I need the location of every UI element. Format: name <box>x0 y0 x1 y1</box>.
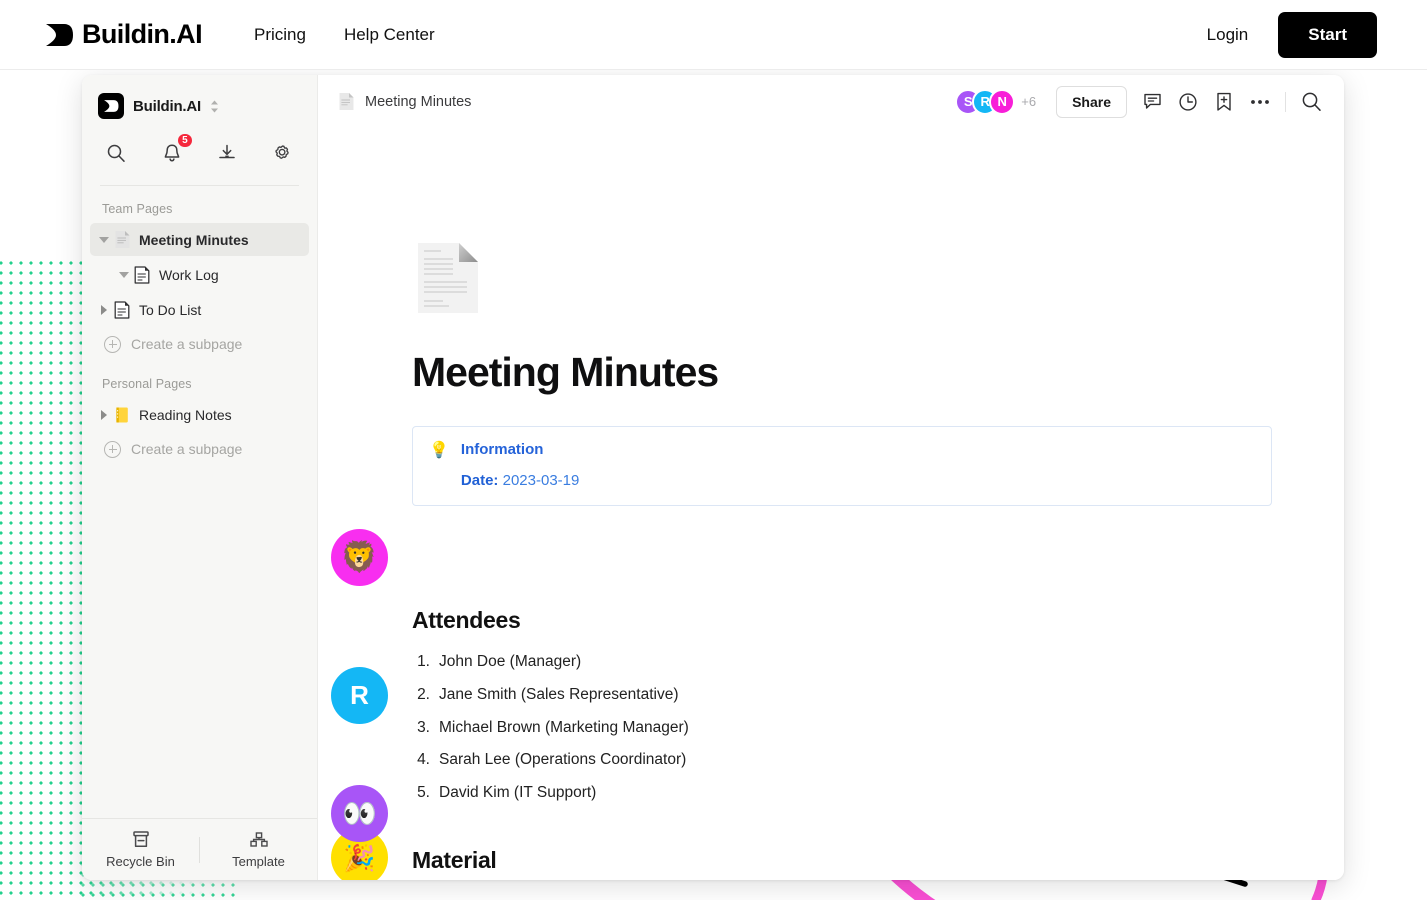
create-subpage-label: Create a subpage <box>131 441 243 457</box>
section-label-personal-pages: Personal Pages <box>102 377 192 391</box>
sidebar: Buildin.AI 5 Team Pages Meeting Minutes … <box>82 75 318 880</box>
sidebar-item-reading-notes[interactable]: Reading Notes <box>90 398 309 431</box>
app-root: Buildin.AI Pricing Help Center Login Sta… <box>0 0 1427 900</box>
callout-date-value: 2023-03-19 <box>502 472 580 489</box>
notification-badge: 5 <box>176 132 194 149</box>
toolbar-actions: S R N +6 Share <box>955 85 1322 118</box>
workspace-logo-icon <box>98 93 124 119</box>
nav-link-pricing[interactable]: Pricing <box>254 25 306 45</box>
callout-title: Information <box>460 441 544 458</box>
brand-name: Buildin.AI <box>82 19 203 49</box>
attendees-section: Attendees 1. John Doe (Manager) 2. Jane Sm… <box>412 607 689 810</box>
lightbulb-icon: 💡 <box>429 442 449 459</box>
sidebar-item-label: To Do List <box>139 301 202 318</box>
recycle-bin-label: Recycle Bin <box>106 854 175 869</box>
doc-lines-icon <box>112 300 132 319</box>
list-item: 3. Michael Brown (Marketing Manager) <box>417 718 689 736</box>
import-icon[interactable] <box>215 141 239 165</box>
nav-links: Pricing Help Center <box>254 25 435 45</box>
information-callout: 💡 Information Date: 2023-03-19 <box>412 426 1272 506</box>
list-item: 4. Sarah Lee (Operations Coordinator) <box>417 751 687 769</box>
history-clock-icon[interactable] <box>1177 91 1199 113</box>
callout-date: Date: 2023-03-19 <box>461 472 579 489</box>
brand-logo[interactable]: Buildin.AI <box>44 19 203 50</box>
sidebar-item-to-do-list[interactable]: To Do List <box>90 293 309 326</box>
workspace-name: Buildin.AI <box>133 97 201 115</box>
template-icon <box>248 831 270 849</box>
document-page-icon <box>415 241 481 315</box>
recycle-bin-button[interactable]: Recycle Bin <box>82 830 199 869</box>
list-item: 5. David Kim (IT Support) <box>417 784 597 802</box>
bookmark-add-icon[interactable] <box>1213 91 1235 113</box>
attendees-list: 1. John Doe (Manager) 2. Jane Smith (Sales… <box>412 646 689 810</box>
list-item: 2. Jane Smith (Sales Representative) <box>417 685 679 703</box>
template-button[interactable]: Template <box>200 831 317 869</box>
material-heading: Material <box>412 847 497 873</box>
search-icon[interactable] <box>104 141 128 165</box>
material-section: Material Operation schedule <box>412 847 762 880</box>
login-link[interactable]: Login <box>1207 25 1249 45</box>
sidebar-tool-row: 5 <box>82 131 317 171</box>
lion-emoji-avatar[interactable]: 🦁 <box>331 529 388 586</box>
buildin-arrow-logo-icon <box>44 22 74 48</box>
workspace-switcher[interactable]: Buildin.AI <box>82 75 317 131</box>
trash-icon <box>131 830 151 849</box>
main-panel: Meeting Minutes S R N +6 Share Meeting M… <box>318 75 1344 880</box>
create-subpage-team[interactable]: Create a subpage <box>90 329 309 359</box>
sidebar-item-label: Work Log <box>159 266 219 283</box>
page-icon <box>338 92 355 111</box>
sidebar-item-meeting-minutes[interactable]: Meeting Minutes <box>90 223 309 256</box>
start-button[interactable]: Start <box>1278 11 1377 58</box>
collaborator-avatars[interactable]: S R N +6 <box>955 88 1037 115</box>
chevron-down-icon[interactable] <box>96 236 112 243</box>
sidebar-item-label: Meeting Minutes <box>139 231 249 248</box>
section-label-team-pages: Team Pages <box>102 202 173 216</box>
eyes-emoji-avatar[interactable]: 👀 <box>331 785 388 842</box>
doc-lines-icon <box>132 265 152 284</box>
list-item: 1. John Doe (Manager) <box>417 653 582 670</box>
more-options-icon[interactable] <box>1249 91 1271 113</box>
create-subpage-personal[interactable]: Create a subpage <box>90 434 309 464</box>
share-button[interactable]: Share <box>1056 85 1127 118</box>
app-window: Buildin.AI 5 Team Pages Meeting Minutes … <box>82 75 1344 880</box>
chevron-down-icon[interactable] <box>116 271 132 278</box>
sidebar-footer: Recycle Bin Template <box>82 818 317 880</box>
template-label: Template <box>232 853 285 869</box>
avatar[interactable]: N <box>989 88 1016 115</box>
document-toolbar: Meeting Minutes S R N +6 Share <box>318 75 1344 129</box>
attendees-heading: Attendees <box>412 607 521 633</box>
nav-link-help-center[interactable]: Help Center <box>344 25 435 45</box>
chevron-right-icon[interactable] <box>96 304 112 315</box>
bell-icon[interactable]: 5 <box>160 132 194 165</box>
comment-icon[interactable] <box>1141 91 1163 113</box>
callout-date-label: Date: <box>460 472 499 489</box>
breadcrumb-label: Meeting Minutes <box>365 93 472 110</box>
yellow-notebook-icon <box>112 406 132 424</box>
avatar-overflow-count: +6 <box>1021 94 1037 109</box>
gear-icon[interactable] <box>271 141 295 165</box>
chevron-updown-icon[interactable] <box>210 100 219 113</box>
search-icon[interactable] <box>1300 91 1322 113</box>
sidebar-item-work-log[interactable]: Work Log <box>90 258 309 291</box>
sidebar-item-label: Reading Notes <box>139 406 232 423</box>
plus-circle-icon <box>104 335 121 353</box>
toolbar-divider <box>1285 91 1286 112</box>
chevron-right-icon[interactable] <box>96 409 112 420</box>
plus-circle-icon <box>104 440 121 458</box>
create-subpage-label: Create a subpage <box>131 336 243 352</box>
breadcrumb[interactable]: Meeting Minutes <box>338 92 471 111</box>
nav-actions: Login Start <box>1207 11 1377 58</box>
top-navigation-bar: Buildin.AI Pricing Help Center Login Sta… <box>0 0 1427 70</box>
page-title: Meeting Minutes <box>412 349 719 395</box>
avatar[interactable]: R <box>331 667 388 724</box>
page-icon <box>112 230 132 249</box>
